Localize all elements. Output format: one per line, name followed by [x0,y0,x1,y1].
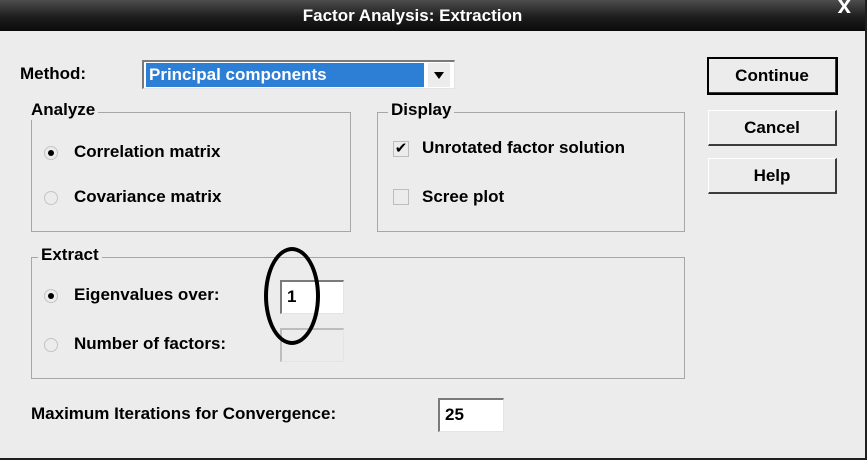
number-of-factors-radio[interactable] [44,338,58,352]
number-of-factors-label[interactable]: Number of factors: [74,334,226,354]
analyze-group-title: Analyze [28,100,99,120]
method-label: Method: [20,64,87,83]
close-button[interactable]: x [838,0,851,18]
display-group [377,112,685,232]
eigenvalues-radio[interactable] [44,289,58,303]
dropdown-arrow-icon[interactable] [428,63,450,87]
max-iterations-input[interactable]: 25 [438,398,504,432]
scree-plot-label[interactable]: Scree plot [422,187,504,207]
continue-button[interactable]: Continue [707,57,838,95]
unrotated-solution-label[interactable]: Unrotated factor solution [422,138,625,158]
method-dropdown[interactable]: Principal components [142,60,455,89]
extract-group-title: Extract [38,245,102,265]
correlation-matrix-radio[interactable] [44,146,58,160]
extract-group [31,257,685,379]
eigenvalues-label[interactable]: Eigenvalues over: [74,285,220,305]
correlation-matrix-label[interactable]: Correlation matrix [74,142,220,162]
cancel-button[interactable]: Cancel [708,110,837,146]
factor-extraction-dialog: Factor Analysis: Extraction x Method: Pr… [0,0,867,460]
max-iterations-label: Maximum Iterations for Convergence: [31,404,337,423]
title-bar: Factor Analysis: Extraction x [0,0,865,31]
method-selected-value: Principal components [146,63,424,87]
unrotated-solution-checkbox[interactable]: ✔ [393,141,409,157]
scree-plot-checkbox[interactable] [393,189,409,205]
help-button[interactable]: Help [708,158,837,194]
display-group-title: Display [388,100,455,120]
annotation-circle [264,247,320,345]
covariance-matrix-label[interactable]: Covariance matrix [74,187,221,207]
covariance-matrix-radio[interactable] [44,191,58,205]
window-title: Factor Analysis: Extraction [302,6,523,25]
analyze-group [31,112,351,232]
